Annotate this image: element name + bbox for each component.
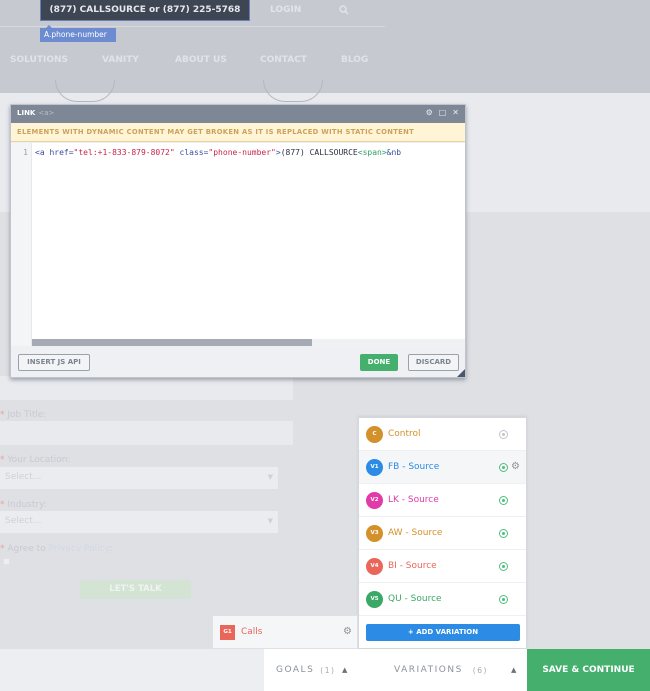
variation-name: LK - Source xyxy=(388,495,439,505)
variation-badge: C xyxy=(366,425,383,443)
variation-name: BI - Source xyxy=(388,561,437,571)
variation-badge: V5 xyxy=(366,590,383,608)
nav-vanity[interactable]: VANITY xyxy=(102,55,139,65)
modal-subtitle: <a> xyxy=(38,109,55,117)
dynamic-content-warning: ELEMENTS WITH DYNAMIC CONTENT MAY GET BR… xyxy=(11,123,465,142)
variation-v5[interactable]: V5 QU - Source xyxy=(359,583,526,616)
location-label: * Your Location: xyxy=(0,455,71,465)
nav-solutions[interactable]: SOLUTIONS xyxy=(10,55,68,65)
variations-tab-label: VARIATIONS xyxy=(394,665,463,675)
target-icon[interactable] xyxy=(499,430,508,439)
modal-title-bar[interactable]: LINK <a> ⚙ □ ✕ xyxy=(11,105,465,123)
login-link[interactable]: LOGIN xyxy=(270,5,301,15)
target-icon[interactable] xyxy=(499,562,508,571)
save-continue-button[interactable]: SAVE & CONTINUE xyxy=(527,649,650,691)
modal-title: LINK xyxy=(17,109,36,117)
target-icon[interactable] xyxy=(499,529,508,538)
goals-count: (1) xyxy=(320,665,336,675)
job-title-label: * Job Title: xyxy=(0,410,47,420)
target-icon[interactable] xyxy=(499,463,508,472)
chevron-down-icon: ▼ xyxy=(267,473,273,481)
code-line[interactable]: <a href="tel:+1-833-879-8072" class="pho… xyxy=(35,148,465,157)
chevron-up-icon: ▲ xyxy=(511,666,518,674)
link-editor-modal: LINK <a> ⚙ □ ✕ ELEMENTS WITH DYNAMIC CONT… xyxy=(10,104,466,378)
gear-icon[interactable]: ⚙ xyxy=(511,461,520,472)
chevron-down-icon: ▼ xyxy=(267,517,273,525)
variation-badge: V1 xyxy=(366,458,383,476)
goals-panel[interactable]: G1 Calls ⚙ xyxy=(212,615,358,649)
agree-checkbox[interactable] xyxy=(3,558,10,565)
variations-panel: C Control V1 FB - Source ⚙ V2 LK - Sourc… xyxy=(358,417,527,649)
variations-tab[interactable]: VARIATIONS (6) ▲ xyxy=(358,649,527,691)
code-editor[interactable]: 1 <a href="tel:+1-833-879-8072" class="p… xyxy=(11,143,465,346)
add-variation-button[interactable]: + ADD VARIATION xyxy=(366,624,520,641)
discard-button[interactable]: DISCARD xyxy=(408,354,459,371)
agree-label: * Agree to Privacy Policy: xyxy=(0,544,113,554)
selected-element-tag: A.phone-number xyxy=(40,25,116,42)
variation-v3[interactable]: V3 AW - Source xyxy=(359,517,526,550)
goal-name: Calls xyxy=(241,627,263,637)
variation-badge: V3 xyxy=(366,524,383,542)
gear-icon[interactable]: ⚙ xyxy=(343,626,352,637)
goals-tab[interactable]: GOALS (1) ▲ xyxy=(264,649,358,691)
variation-name: QU - Source xyxy=(388,594,442,604)
done-button[interactable]: DONE xyxy=(360,354,398,371)
variation-name: FB - Source xyxy=(388,462,440,472)
nav-about-us[interactable]: ABOUT US xyxy=(175,55,227,65)
maximize-icon[interactable]: □ xyxy=(439,108,447,117)
insert-js-api-button[interactable]: INSERT JS API xyxy=(18,354,90,371)
variation-badge: V4 xyxy=(366,557,383,575)
resize-handle[interactable] xyxy=(457,369,465,377)
goal-badge: G1 xyxy=(220,624,235,640)
horizontal-scrollbar[interactable] xyxy=(32,339,465,346)
line-number: 1 xyxy=(11,143,32,346)
variation-v2[interactable]: V2 LK - Source xyxy=(359,484,526,517)
phone-number-link[interactable]: (877) CALLSOURCE or (877) 225-5768 xyxy=(40,0,250,21)
industry-label: * Industry: xyxy=(0,500,47,510)
form-input-previous[interactable] xyxy=(0,376,293,400)
scrollbar-thumb[interactable] xyxy=(32,339,312,346)
variation-name: AW - Source xyxy=(388,528,443,538)
variation-v4[interactable]: V4 BI - Source xyxy=(359,550,526,583)
industry-select[interactable]: Select... ▼ xyxy=(0,511,278,533)
nav-blog[interactable]: BLOG xyxy=(341,55,368,65)
lets-talk-button[interactable]: LET'S TALK xyxy=(80,580,191,599)
search-icon[interactable] xyxy=(339,5,349,15)
target-icon[interactable] xyxy=(499,496,508,505)
goals-tab-label: GOALS xyxy=(276,665,315,675)
variation-control[interactable]: C Control xyxy=(359,418,526,451)
chevron-up-icon: ▲ xyxy=(342,666,349,674)
location-select[interactable]: Select... ▼ xyxy=(0,467,278,489)
privacy-policy-link[interactable]: Privacy Policy xyxy=(49,544,110,554)
target-icon[interactable] xyxy=(499,595,508,604)
header-divider xyxy=(0,26,385,27)
job-title-input[interactable] xyxy=(0,421,293,445)
variation-v1[interactable]: V1 FB - Source ⚙ xyxy=(359,451,526,484)
gear-icon[interactable]: ⚙ xyxy=(426,108,433,117)
variations-count: (6) xyxy=(472,665,488,675)
nav-contact[interactable]: CONTACT xyxy=(260,55,307,65)
variation-badge: V2 xyxy=(366,491,383,509)
variation-name: Control xyxy=(388,429,421,439)
close-icon[interactable]: ✕ xyxy=(452,108,459,117)
